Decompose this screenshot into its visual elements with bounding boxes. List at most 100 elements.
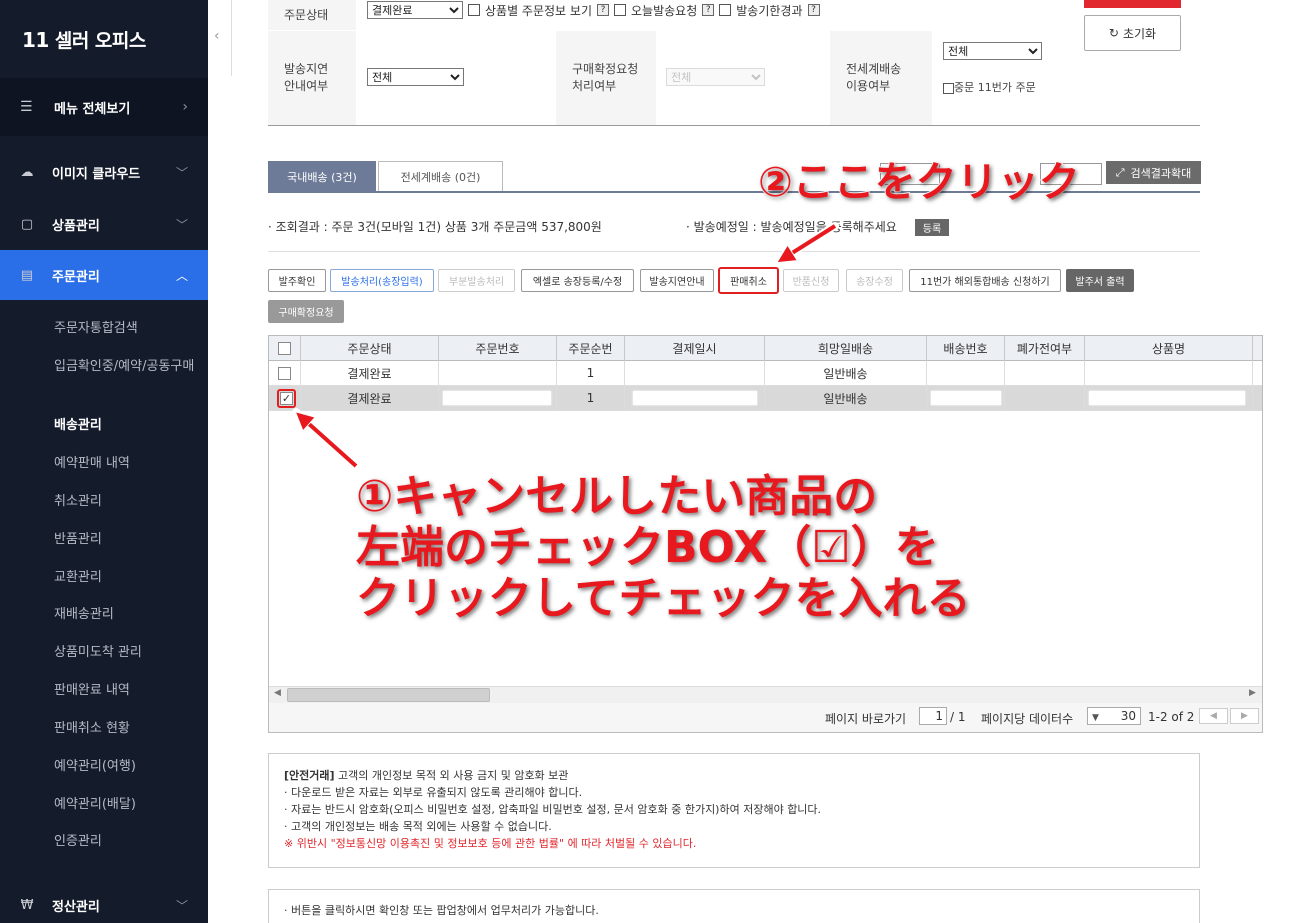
order-status-cell: 결제완료 [301,361,439,385]
row-checkbox[interactable] [278,366,291,380]
chevron-up-icon: ︿ [175,268,188,283]
delay-notice-select[interactable]: 전체 [367,68,464,86]
redacted-value [931,366,1001,380]
column-header[interactable]: 배송번호 [927,336,1005,361]
purchase-confirm-request-button[interactable]: 구매확정요청 [268,300,344,323]
subnav-item[interactable]: 주문자통합검색 [54,319,199,338]
nav-order-management[interactable]: ▤ 주문관리 ︿ [0,250,208,300]
horizontal-scrollbar[interactable]: ◀ ▶ [269,686,1262,703]
column-header[interactable]: 희망일배송 [765,336,927,361]
china-order-checkbox[interactable] [943,82,954,94]
result-summary: · 조회결과 : 주문 3건(모바일 1건) 상품 3개 주문금액 537,80… [268,220,602,234]
ship-process-button[interactable]: 발송처리(송장입력) [330,269,434,292]
nav-settlement[interactable]: ₩ 정산관리 ﹀ [0,880,208,923]
row-checkbox-checked[interactable]: ✓ [280,392,293,405]
per-product-checkbox[interactable] [468,4,480,16]
subnav-item[interactable]: 상품미도착 관리 [54,643,199,662]
partial-ship-button[interactable]: 부분발송처리 [438,269,515,292]
product-name-cell[interactable] [1085,361,1253,385]
scroll-left-icon[interactable]: ◀ [274,688,281,698]
help-icon[interactable]: ? [807,4,820,16]
today-request-checkbox[interactable] [614,4,626,16]
notice-line: 자료는 반드시 암호화(오피스 비밀번호 설정, 압축파일 비밀번호 설정, 문… [291,803,822,816]
subnav-item[interactable]: 취소관리 [54,492,199,511]
subnav-item[interactable]: 인증관리 [54,832,199,851]
order-number-cell[interactable] [439,386,557,410]
order-status-cell: 결제완료 [301,386,439,410]
nav-label: 주문관리 [52,269,100,285]
subnav-item[interactable]: 판매취소 현황 [54,719,199,738]
help-icon[interactable]: ? [597,4,609,16]
tab-domestic[interactable]: 국내배송 (3건) [268,161,376,192]
row-checkbox-highlight: ✓ [277,389,296,408]
refresh-icon: ↻ [1108,26,1119,40]
table-row[interactable]: 결제완료 1 일반배송 [269,361,1262,386]
confirm-order-button[interactable]: 발주확인 [268,269,326,292]
page-input[interactable]: 1 [919,707,947,725]
scroll-right-icon[interactable]: ▶ [1249,688,1256,698]
order-status-select[interactable]: 결제완료 [367,1,463,19]
table-row-selected[interactable]: ✓ 결제완료 1 일반배송 [269,386,1262,411]
per-page-label: 페이지당 데이터수 [981,712,1074,726]
column-header[interactable]: 주문상태 [301,336,439,361]
subnav-item-shipping[interactable]: 배송관리 [54,416,199,435]
excel-invoice-button[interactable]: 엑셀로 송장등록/수정 [521,269,634,292]
summary-text: 조회결과 : 주문 3건(모바일 1건) 상품 3개 주문금액 537,800원 [275,220,602,234]
hamburger-icon: ☰ [20,99,33,115]
tab-global[interactable]: 전세계배송 (0건) [378,161,503,192]
nav-product-management[interactable]: ▢ 상품관리 ﹀ [0,199,208,249]
reset-button[interactable]: ↻ 초기화 [1084,15,1181,51]
subnav-item[interactable]: 판매완료 내역 [54,681,199,700]
ship-delay-button[interactable]: 발송지연안내 [640,269,714,292]
annotation-step2: ②ここをクリック [757,157,1081,207]
scrollbar-thumb[interactable] [287,688,490,702]
menu-all-button[interactable]: ☰ 메뉴 전체보기 › [0,78,208,136]
prev-page-icon[interactable]: ◀ [1199,708,1228,724]
global-shipping-select[interactable]: 전체 [943,42,1042,60]
chevron-down-icon: ﹀ [175,217,188,232]
redacted-value [633,391,757,405]
column-header[interactable]: 결제일시 [625,336,765,361]
annotation-line: 左端のチェックBOX（☑）を [355,521,940,574]
notice-line: 고객의 개인정보는 배송 목적 외에는 사용할 수 없습니다. [291,820,552,833]
document-icon: ▤ [20,267,34,283]
notice-title-rest: 고객의 개인정보 목적 외 사용 금지 및 암호화 보관 [334,769,569,782]
filter-panel: 주문상태 결제완료 상품별 주문정보 보기? 오늘발송요청? 발송기한경과? 발… [268,0,1060,126]
per-page-select[interactable]: ▼ 30 [1087,707,1141,725]
edit-invoice-button[interactable]: 송장수정 [846,269,903,292]
deadline-checkbox[interactable] [719,4,732,16]
help-icon[interactable]: ? [702,4,715,16]
purchase-confirm-select[interactable]: 전체 [666,68,765,86]
search-button[interactable] [1084,0,1181,8]
cancel-sale-button[interactable]: 판매취소 [718,267,779,294]
subnav-item[interactable]: 재배송관리 [54,605,199,624]
order-number-cell[interactable] [439,361,557,385]
expand-results-button[interactable]: ⤢ 검색결과확대 [1106,161,1201,184]
return-request-button[interactable]: 반품신청 [783,269,839,292]
logo[interactable]: 11 셀러 오피스 [22,26,146,53]
select-all-checkbox[interactable] [278,342,291,355]
column-header[interactable]: 주문순번 [557,336,625,361]
global-integrated-ship-button[interactable]: 11번가 해외통합배송 신청하기 [909,269,1061,292]
expand-icon: ⤢ [1115,165,1125,179]
chevron-down-icon: ﹀ [175,165,188,180]
nav-image-cloud[interactable]: ☁ 이미지 클라우드 ﹀ [0,147,208,197]
per-product-label: 상품별 주문정보 보기 [485,3,592,18]
subnav-item[interactable]: 입금확인중/예약/공동구매 [54,357,199,376]
next-page-icon[interactable]: ▶ [1230,708,1259,724]
subnav-item[interactable]: 반품관리 [54,530,199,549]
order-seq-cell: 1 [557,386,625,410]
subnav-item[interactable]: 교환관리 [54,568,199,587]
sidebar-collapse-tab[interactable]: ‹ [208,0,232,76]
column-header[interactable]: 주문번호 [439,336,557,361]
product-name-cell[interactable] [1085,386,1253,410]
delivery-type-cell: 일반배송 [765,361,927,385]
column-header[interactable]: 폐가전여부 [1005,336,1085,361]
subnav-item[interactable]: 예약관리(여행) [54,757,199,776]
subnav-item[interactable]: 예약관리(배달) [54,795,199,814]
register-ship-date-button[interactable]: 등록 [915,219,949,236]
subnav-item[interactable]: 예약판매 내역 [54,454,199,473]
china-order-label: 중문 11번가 주문 [954,81,1036,94]
print-order-button[interactable]: 발주서 출력 [1066,269,1134,292]
column-header[interactable]: 상품명 [1085,336,1253,361]
